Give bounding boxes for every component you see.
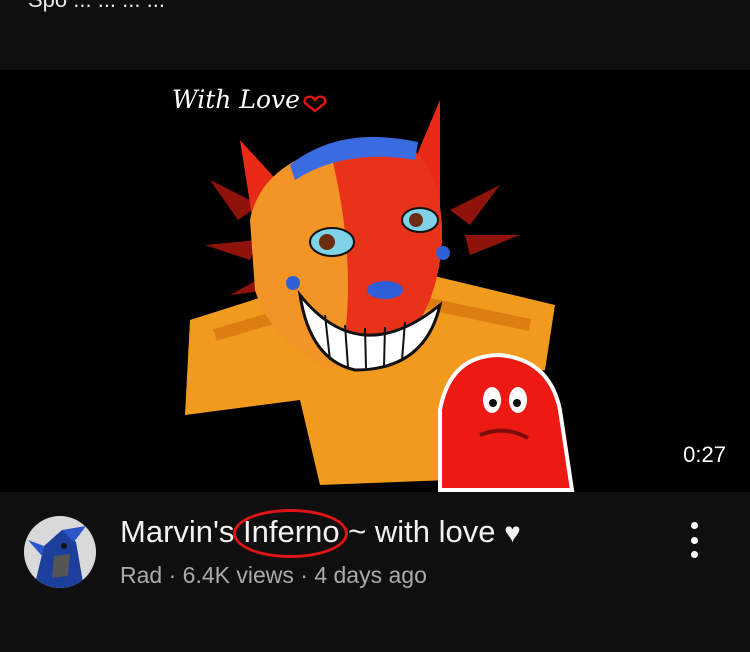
view-count: 6.4K views: [182, 562, 294, 588]
video-metadata: Rad · 6.4K views · 4 days ago: [120, 562, 427, 589]
thumbnail-artwork: With Love: [0, 70, 750, 492]
menu-dot: [690, 522, 698, 529]
title-part: ~ with love: [339, 514, 505, 549]
separator-dot: ·: [300, 562, 308, 588]
avatar-image: [24, 516, 96, 588]
video-info-row[interactable]: Marvin's Inferno ~ with love ♥ Rad · 6.4…: [0, 492, 750, 652]
menu-dot: [690, 551, 698, 558]
video-title[interactable]: Marvin's Inferno ~ with love ♥: [120, 509, 680, 558]
channel-avatar[interactable]: [24, 516, 96, 588]
video-thumbnail[interactable]: With Love 0:27: [0, 70, 750, 492]
thumbnail-caption: With Love: [172, 85, 300, 114]
channel-name[interactable]: Rad: [120, 562, 162, 588]
kebab-menu-icon[interactable]: [682, 522, 706, 558]
title-highlighted-word: Inferno: [233, 509, 348, 558]
previous-item-cutoff: Spo ... ... ... ...: [0, 0, 750, 70]
separator-dot: ·: [168, 562, 177, 588]
video-duration-badge: 0:27: [679, 440, 730, 470]
upload-age: 4 days ago: [314, 562, 427, 588]
menu-dot: [690, 536, 698, 544]
cutoff-text: Spo ... ... ... ...: [28, 0, 748, 13]
title-part: Marvin's: [120, 514, 244, 549]
white-heart-icon: ♥: [504, 517, 521, 548]
